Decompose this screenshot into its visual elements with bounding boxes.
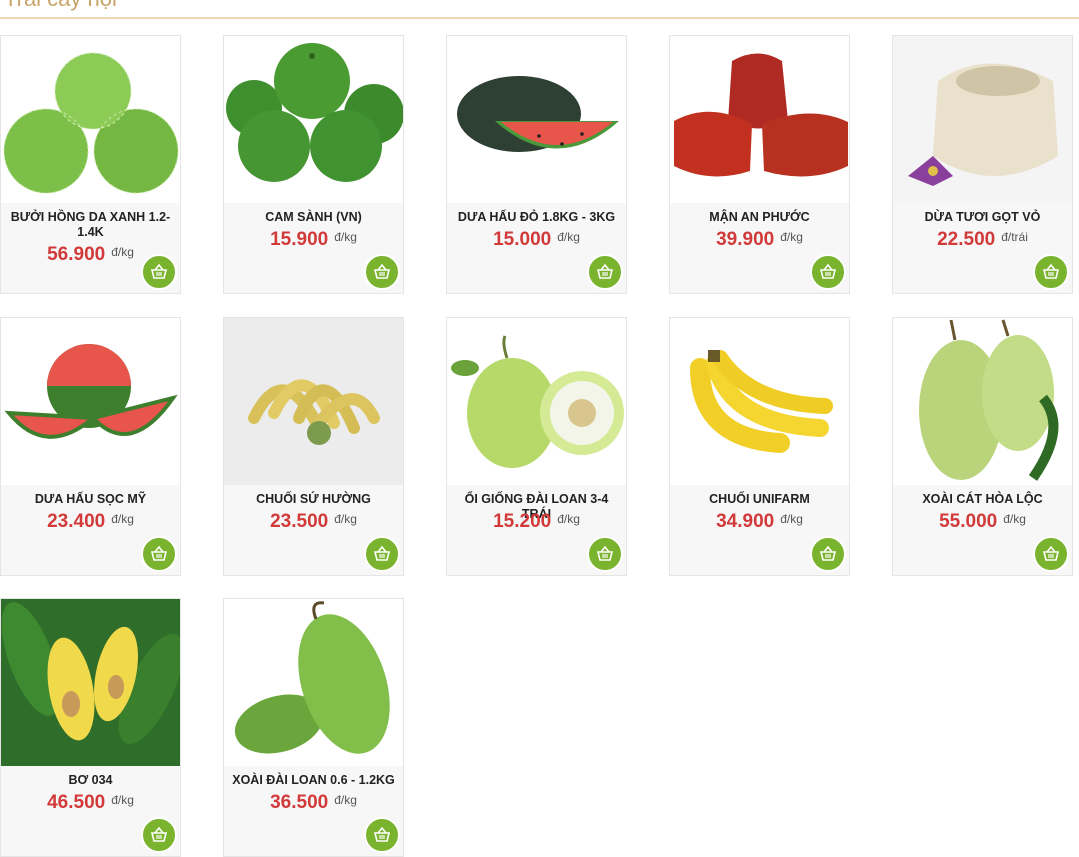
section-divider [0, 17, 1079, 19]
product-card-chuoi-su-huong[interactable]: Chuối Sứ Hường 23.500 đ/kg [223, 317, 404, 576]
price-unit: đ/kg [111, 793, 134, 807]
product-price: 34.900 [716, 511, 775, 532]
price-row: 15.000 đ/kg [447, 229, 626, 251]
price-unit: đ/kg [557, 230, 580, 244]
product-price: 15.900 [270, 229, 329, 250]
price-row: 23.500 đ/kg [224, 511, 403, 533]
price-row: 36.500 đ/kg [224, 792, 403, 814]
product-price: 15.000 [493, 229, 552, 250]
product-card-cam-sanh[interactable]: Cam Sành (VN) 15.900 đ/kg [223, 35, 404, 294]
product-card-dua-tuoi[interactable]: Dừa Tươi Gọt Vỏ 22.500 đ/trái [892, 35, 1073, 294]
add-to-cart-button[interactable] [364, 536, 400, 572]
product-price: 23.400 [47, 511, 106, 532]
product-name[interactable]: Dừa Tươi Gọt Vỏ [899, 210, 1066, 225]
product-name[interactable]: Chuối Sứ Hường [230, 492, 397, 507]
product-image-striped-watermelon[interactable] [1, 318, 180, 485]
price-unit: đ/kg [780, 512, 803, 526]
price-unit: đ/kg [780, 230, 803, 244]
price-unit: đ/kg [334, 230, 357, 244]
product-name[interactable]: Cam Sành (VN) [230, 210, 397, 225]
product-name[interactable]: Dưa Hấu Sọc Mỹ [7, 492, 174, 507]
price-unit: đ/kg [557, 512, 580, 526]
add-to-cart-button[interactable] [1033, 254, 1069, 290]
price-unit: đ/kg [334, 793, 357, 807]
product-price: 56.900 [47, 244, 106, 265]
product-image-watermelon[interactable] [447, 36, 626, 203]
price-row: 39.900 đ/kg [670, 229, 849, 251]
product-card-dua-hau-soc-my[interactable]: Dưa Hấu Sọc Mỹ 23.400 đ/kg [0, 317, 181, 576]
basket-icon [373, 263, 391, 279]
price-row: 46.500 đ/kg [1, 792, 180, 814]
price-row: 23.400 đ/kg [1, 511, 180, 533]
price-unit: đ/kg [111, 512, 134, 526]
price-unit: đ/kg [1003, 512, 1026, 526]
add-to-cart-button[interactable] [587, 536, 623, 572]
product-price: 55.000 [939, 511, 998, 532]
price-row: 55.000 đ/kg [893, 511, 1072, 533]
basket-icon [373, 826, 391, 842]
product-card-man-an-phuoc[interactable]: Mận An Phước 39.900 đ/kg [669, 35, 850, 294]
product-image-coconut[interactable] [893, 36, 1072, 203]
price-row: 15.900 đ/kg [224, 229, 403, 251]
add-to-cart-button[interactable] [1033, 536, 1069, 572]
add-to-cart-button[interactable] [141, 536, 177, 572]
price-row: 22.500 đ/trái [893, 229, 1072, 251]
product-image-bananas[interactable] [670, 318, 849, 485]
product-price: 36.500 [270, 792, 329, 813]
section-title: Trái cây nội [4, 0, 117, 12]
product-price: 46.500 [47, 792, 106, 813]
basket-icon [1042, 545, 1060, 561]
product-image-guava[interactable] [447, 318, 626, 485]
product-price: 39.900 [716, 229, 775, 250]
price-unit: đ/kg [111, 245, 134, 259]
product-image-avocado[interactable] [1, 599, 180, 766]
price-row: 15.200 đ/kg [447, 511, 626, 533]
add-to-cart-button[interactable] [810, 536, 846, 572]
add-to-cart-button[interactable] [810, 254, 846, 290]
product-card-xoai-cat-hoa-loc[interactable]: Xoài Cát Hòa Lộc 55.000 đ/kg [892, 317, 1073, 576]
basket-icon [819, 545, 837, 561]
product-price: 15.200 [493, 511, 552, 532]
product-card-xoai-dai-loan[interactable]: Xoài Đài Loan 0.6 - 1.2kg 36.500 đ/kg [223, 598, 404, 857]
product-name[interactable]: Xoài Đài Loan 0.6 - 1.2kg [230, 773, 397, 788]
basket-icon [150, 826, 168, 842]
basket-icon [1042, 263, 1060, 279]
product-name[interactable]: Chuối Unifarm [676, 492, 843, 507]
price-row: 56.900 đ/kg [1, 244, 180, 266]
product-name[interactable]: Bưởi Hồng Da Xanh 1.2-1.4k [7, 210, 174, 240]
product-image-pomelo[interactable] [1, 36, 180, 203]
product-grid: Bưởi Hồng Da Xanh 1.2-1.4k 56.900 đ/kg Ca… [0, 35, 1079, 857]
product-card-dua-hau-do[interactable]: Dưa Hấu Đỏ 1.8kg - 3kg 15.000 đ/kg [446, 35, 627, 294]
add-to-cart-button[interactable] [364, 817, 400, 853]
price-unit: đ/kg [334, 512, 357, 526]
product-name[interactable]: Bơ 034 [7, 773, 174, 788]
add-to-cart-button[interactable] [587, 254, 623, 290]
product-image-orange[interactable] [224, 36, 403, 203]
product-image-rose-apple[interactable] [670, 36, 849, 203]
price-row: 34.900 đ/kg [670, 511, 849, 533]
basket-icon [596, 545, 614, 561]
basket-icon [819, 263, 837, 279]
basket-icon [373, 545, 391, 561]
basket-icon [150, 545, 168, 561]
product-price: 22.500 [937, 229, 996, 250]
price-unit: đ/trái [1001, 230, 1028, 244]
product-image-taiwan-mango[interactable] [224, 599, 403, 766]
product-card-bo-034[interactable]: Bơ 034 46.500 đ/kg [0, 598, 181, 857]
product-name[interactable]: Mận An Phước [676, 210, 843, 225]
product-card-chuoi-unifarm[interactable]: Chuối Unifarm 34.900 đ/kg [669, 317, 850, 576]
product-name[interactable]: Xoài Cát Hòa Lộc [899, 492, 1066, 507]
product-price: 23.500 [270, 511, 329, 532]
product-image-mango[interactable] [893, 318, 1072, 485]
product-name[interactable]: Dưa Hấu Đỏ 1.8kg - 3kg [453, 210, 620, 225]
product-image-small-bananas[interactable] [224, 318, 403, 485]
product-card-buoi-hong-da-xanh[interactable]: Bưởi Hồng Da Xanh 1.2-1.4k 56.900 đ/kg [0, 35, 181, 294]
basket-icon [596, 263, 614, 279]
product-card-oi-giong-dai-loan[interactable]: Ổi Giống Đài Loan 3-4 Trái 15.200 đ/kg [446, 317, 627, 576]
add-to-cart-button[interactable] [141, 817, 177, 853]
add-to-cart-button[interactable] [364, 254, 400, 290]
